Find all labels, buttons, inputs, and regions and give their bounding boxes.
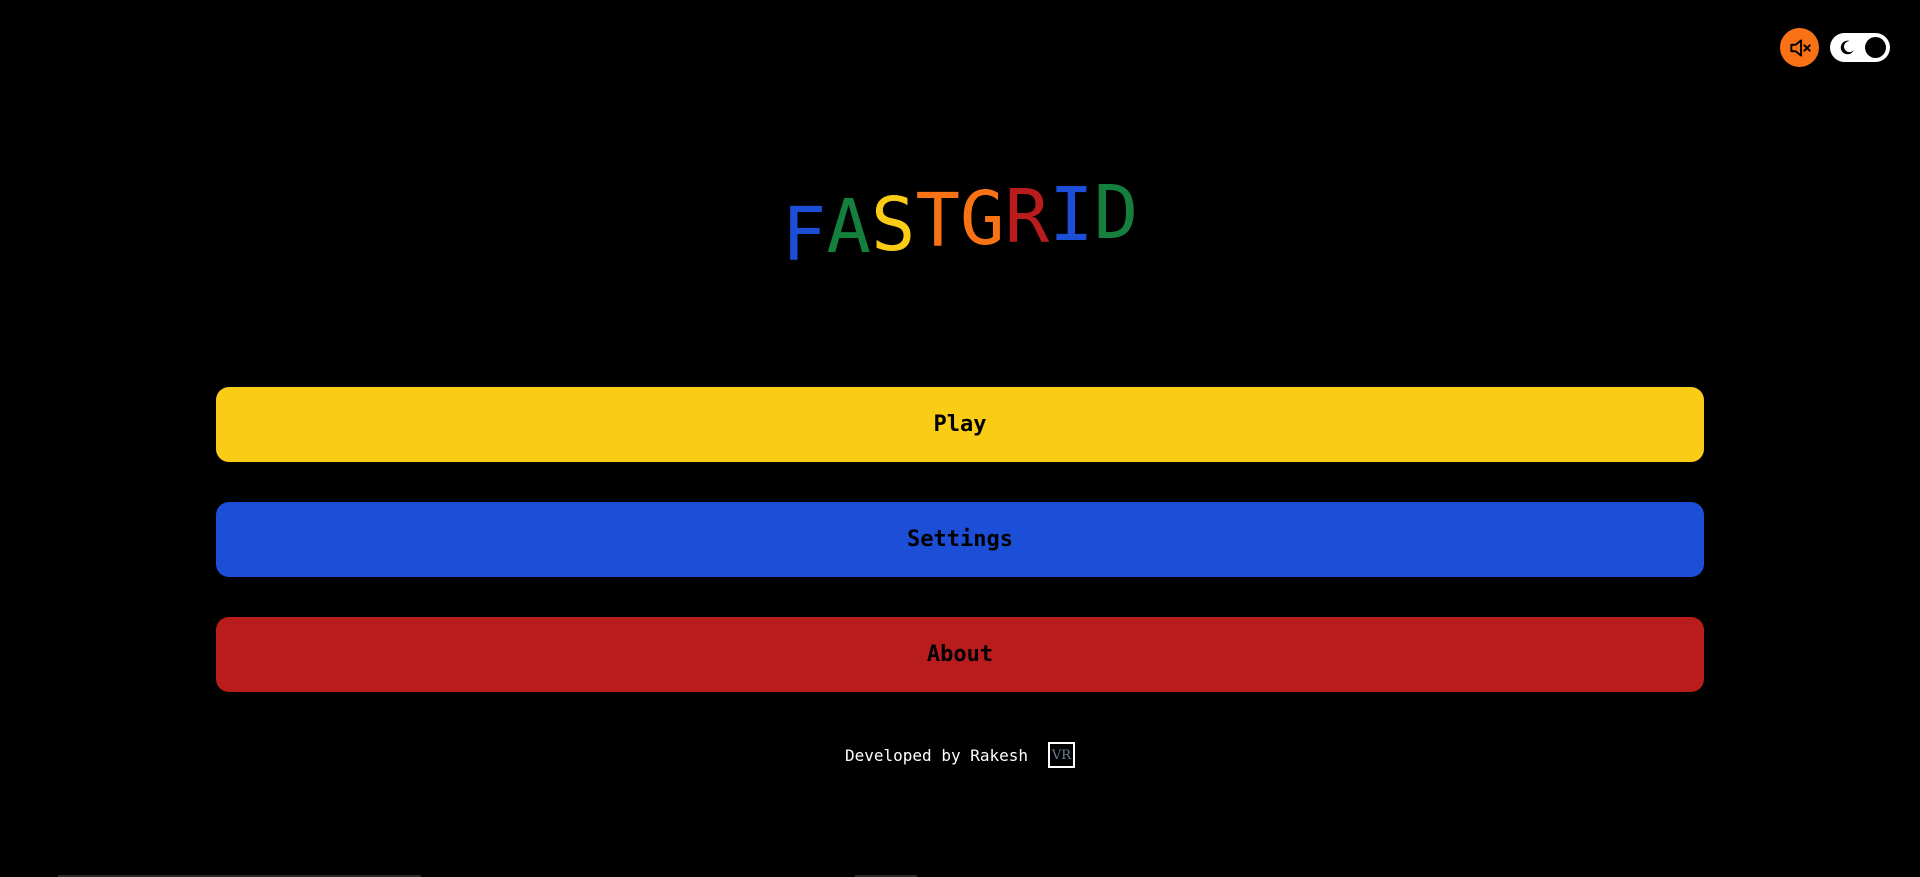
title-letter: T [915, 178, 960, 264]
about-button[interactable]: About [216, 617, 1704, 692]
title-letter: F [781, 192, 827, 278]
title-letter: G [960, 176, 1005, 262]
title-letter: S [870, 182, 916, 268]
title-letter: A [826, 184, 871, 270]
mute-toggle-button[interactable] [1780, 28, 1819, 67]
play-button[interactable]: Play [216, 387, 1704, 462]
title-letter: D [1093, 170, 1139, 256]
developer-credit: Developed by Rakesh [844, 745, 1029, 765]
game-title: FASTGRID [0, 174, 1920, 272]
developer-logo[interactable]: VR [1048, 742, 1076, 768]
settings-button[interactable]: Settings [216, 502, 1704, 577]
theme-toggle[interactable] [1830, 33, 1890, 62]
title-letter: I [1049, 172, 1094, 258]
speaker-muted-icon [1789, 38, 1811, 57]
moon-icon [1840, 40, 1854, 55]
title-letter: R [1004, 174, 1050, 260]
toggle-knob [1865, 37, 1886, 58]
app-root: FASTGRID Play Settings About Developed b… [0, 0, 1920, 877]
footer: Developed by Rakesh VR [0, 742, 1920, 768]
